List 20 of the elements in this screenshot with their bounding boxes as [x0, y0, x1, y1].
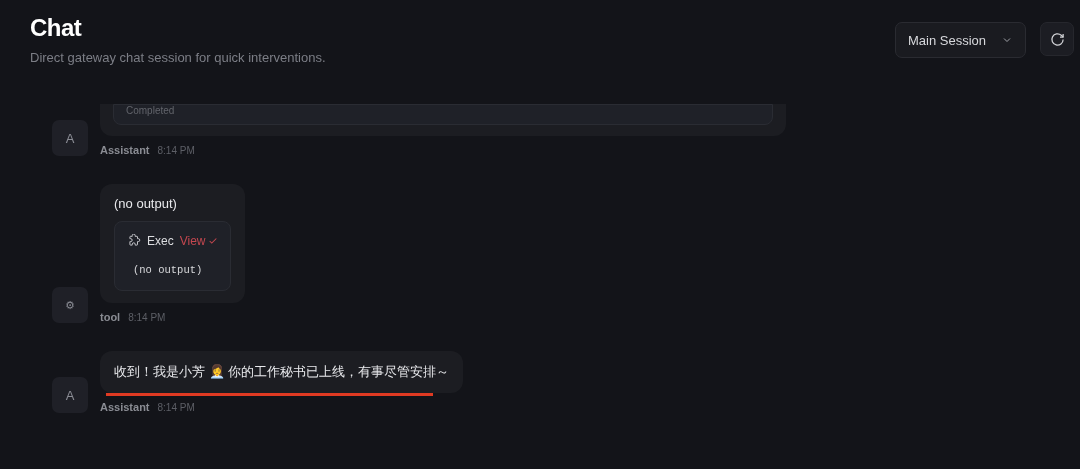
tool-status: Completed: [126, 105, 176, 116]
sender-name: Assistant: [100, 401, 150, 413]
message-text: (no output): [114, 196, 178, 211]
avatar: ⚙: [52, 287, 88, 323]
page-subtitle: Direct gateway chat session for quick interventions.: [30, 50, 326, 65]
message-text: 收到！我是小芳 👩‍💼 你的工作秘书已上线，有事尽管安排～: [114, 363, 450, 381]
message-time: 8:14 PM: [157, 402, 195, 413]
sender-name: Assistant: [100, 144, 150, 156]
avatar: A: [52, 120, 88, 156]
session-select[interactable]: Main Session: [895, 22, 1026, 58]
refresh-button[interactable]: [1040, 22, 1074, 56]
message-time: 8:14 PM: [157, 145, 195, 156]
tool-name: Exec: [147, 234, 174, 248]
sender-name: tool: [100, 311, 121, 323]
puzzle-icon: [127, 234, 141, 248]
refresh-icon: [1049, 31, 1065, 47]
avatar: A: [52, 377, 88, 413]
page-title: Chat: [30, 14, 83, 42]
message-time: 8:14 PM: [128, 312, 166, 323]
tool-output: (no output): [132, 264, 204, 276]
